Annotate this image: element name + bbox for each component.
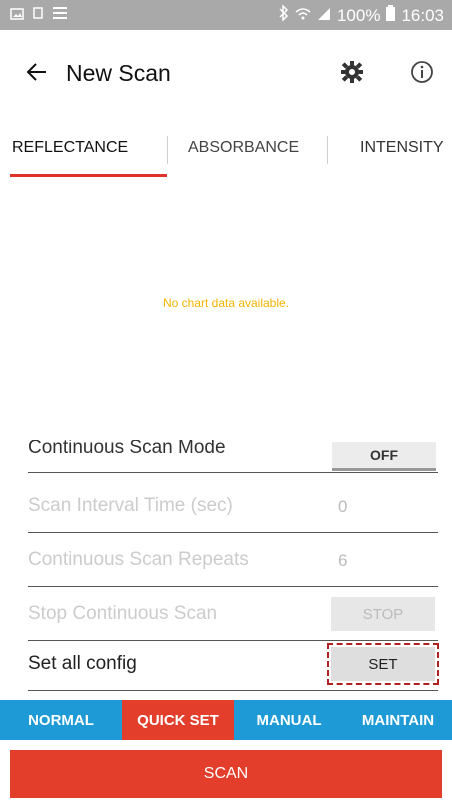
scan-interval-input[interactable]: 0 [338, 497, 347, 517]
status-right-icons: 100% 16:03 [279, 4, 444, 26]
stop-continuous-scan-row: Stop Continuous Scan STOP [28, 590, 438, 641]
nav-quick-set[interactable]: QUICK SET [122, 700, 234, 740]
mode-nav: NORMAL QUICK SET MANUAL MAINTAIN [0, 700, 452, 740]
page-title: New Scan [66, 60, 171, 86]
status-bar: 100% 16:03 [0, 0, 452, 30]
gear-icon[interactable] [340, 60, 364, 89]
app-bar: New Scan [0, 30, 452, 116]
continuous-scan-mode-row: Continuous Scan Mode OFF [28, 440, 438, 473]
stop-button[interactable]: STOP [331, 597, 435, 631]
stop-continuous-scan-label: Stop Continuous Scan [28, 603, 218, 624]
set-all-config-row: Set all config SET [28, 640, 439, 691]
tab-divider [327, 136, 328, 164]
signal-icon [317, 6, 331, 26]
nav-maintain[interactable]: MAINTAIN [344, 700, 452, 740]
list-icon [52, 6, 68, 25]
settings-list[interactable]: Continuous Scan Mode OFF Scan Interval T… [0, 440, 452, 700]
nav-manual[interactable]: MANUAL [234, 700, 344, 740]
info-icon[interactable] [410, 60, 434, 89]
tab-divider [167, 136, 168, 164]
battery-percent: 100% [336, 5, 381, 25]
scan-interval-row: Scan Interval Time (sec) 0 [28, 482, 438, 533]
continuous-scan-repeats-input[interactable]: 6 [338, 551, 347, 571]
scan-tabs: REFLECTANCE ABSORBANCE INTENSITY [0, 120, 452, 178]
tab-intensity[interactable]: INTENSITY [360, 120, 452, 176]
continuous-scan-repeats-row: Continuous Scan Repeats 6 [28, 536, 438, 587]
back-arrow-icon[interactable] [26, 62, 48, 85]
scan-interval-label: Scan Interval Time (sec) [28, 495, 233, 516]
battery-icon [386, 5, 396, 26]
tab-selected-indicator [10, 174, 167, 177]
scan-button[interactable]: SCAN [10, 750, 442, 798]
continuous-scan-mode-toggle[interactable]: OFF [332, 442, 436, 471]
copy-icon [32, 6, 44, 25]
image-icon [10, 7, 24, 25]
status-time: 16:03 [401, 5, 444, 25]
set-button[interactable]: SET [327, 643, 439, 685]
chart-empty-message: No chart data available. [162, 296, 290, 310]
continuous-scan-mode-label: Continuous Scan Mode [28, 440, 226, 458]
chart-area: No chart data available. [0, 178, 452, 442]
nav-normal[interactable]: NORMAL [0, 700, 122, 740]
bluetooth-icon [279, 4, 289, 26]
set-all-config-label: Set all config [28, 653, 137, 674]
continuous-scan-repeats-label: Continuous Scan Repeats [28, 549, 249, 570]
tab-absorbance[interactable]: ABSORBANCE [188, 120, 318, 176]
tab-reflectance[interactable]: REFLECTANCE [12, 120, 162, 176]
wifi-icon [295, 6, 311, 26]
status-left-icons [10, 6, 68, 25]
